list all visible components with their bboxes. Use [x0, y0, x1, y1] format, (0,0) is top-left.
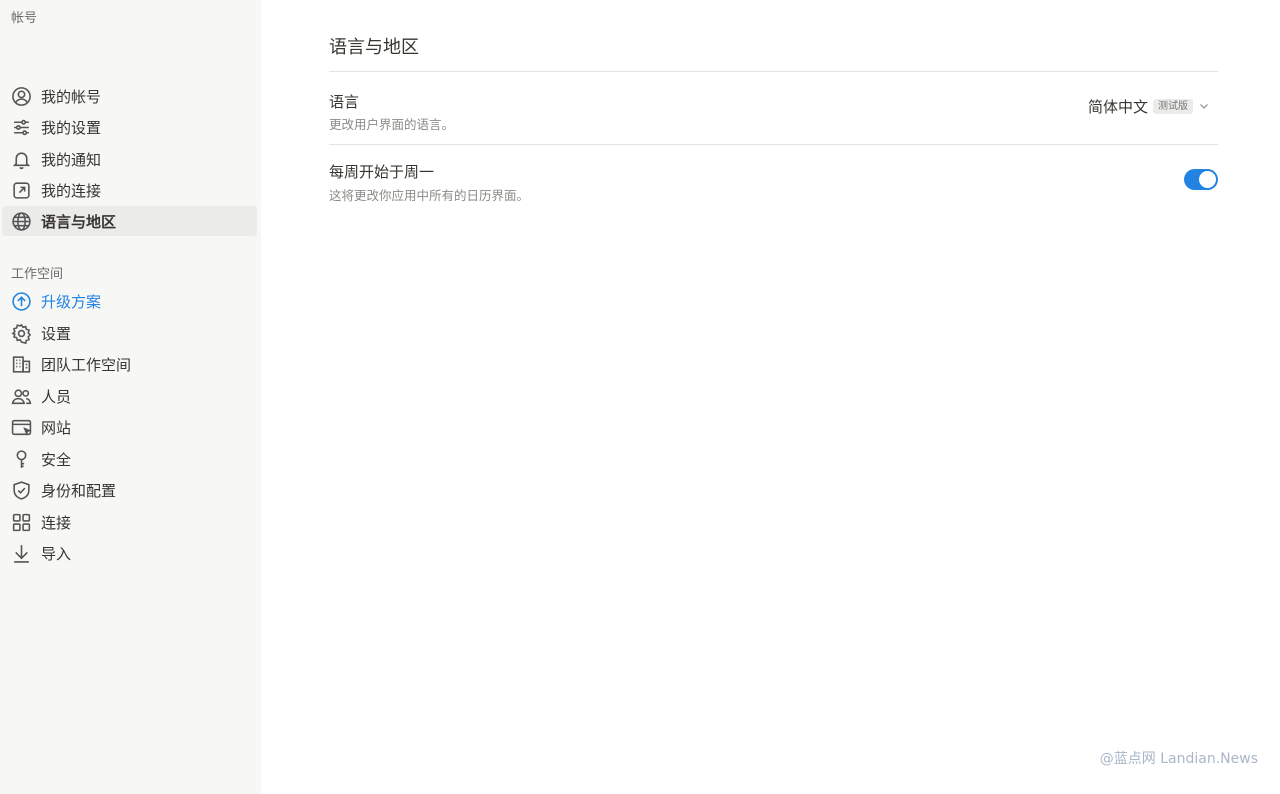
sidebar-item-label: 升级方案	[41, 292, 102, 311]
sidebar-item-label: 人员	[41, 387, 72, 406]
sidebar-item-my-settings[interactable]: 我的设置	[2, 112, 257, 142]
language-setting-title: 语言	[329, 93, 360, 111]
watermark: @蓝点网 Landian.News	[1099, 751, 1258, 767]
sidebar-item-identity-provisioning[interactable]: 身份和配置	[2, 475, 257, 505]
toggle-knob	[1199, 171, 1216, 188]
settings-main-panel: 语言与地区 语言 更改用户界面的语言。 简体中文 测试版 每周开始于周一 这将更…	[261, 0, 1280, 794]
sidebar-item-label: 设置	[41, 324, 72, 343]
arrow-up-circle-icon	[10, 290, 32, 312]
sidebar-item-my-notifications[interactable]: 我的通知	[2, 144, 257, 174]
sidebar-item-label: 连接	[41, 513, 72, 532]
browser-window-icon	[10, 416, 32, 438]
language-setting-description: 更改用户界面的语言。	[329, 117, 455, 132]
sidebar-item-label: 语言与地区	[41, 212, 117, 231]
sidebar-item-label: 安全	[41, 450, 72, 469]
sidebar-item-settings[interactable]: 设置	[2, 318, 257, 348]
beta-badge: 测试版	[1153, 98, 1193, 114]
globe-icon	[10, 210, 32, 232]
language-select-value: 简体中文	[1087, 97, 1148, 116]
key-icon	[10, 448, 32, 470]
sidebar-item-label: 身份和配置	[41, 481, 117, 500]
people-icon	[10, 385, 32, 407]
sidebar-item-import[interactable]: 导入	[2, 538, 257, 568]
shield-check-icon	[10, 479, 32, 501]
settings-sidebar: 帐号 我的帐号 我的设置 我的通知 我的连接 语言与地区 工作空间 升级方案 设…	[0, 0, 261, 794]
title-divider	[329, 71, 1218, 72]
week-start-setting-description: 这将更改你应用中所有的日历界面。	[329, 188, 530, 203]
sidebar-item-label: 团队工作空间	[41, 355, 132, 374]
sidebar-item-my-connections[interactable]: 我的连接	[2, 175, 257, 205]
sidebar-item-connections[interactable]: 连接	[2, 507, 257, 537]
sidebar-item-label: 我的连接	[41, 181, 102, 200]
sidebar-item-team-workspace[interactable]: 团队工作空间	[2, 349, 257, 379]
sidebar-item-label: 网站	[41, 418, 72, 437]
sidebar-item-sites[interactable]: 网站	[2, 412, 257, 442]
page-title: 语言与地区	[329, 37, 419, 58]
external-link-icon	[10, 179, 32, 201]
sidebar-item-label: 我的帐号	[41, 87, 102, 106]
gear-icon	[10, 322, 32, 344]
week-start-setting-title: 每周开始于周一	[329, 163, 435, 181]
grid-icon	[10, 511, 32, 533]
sidebar-item-security[interactable]: 安全	[2, 444, 257, 474]
account-section-label: 帐号	[11, 11, 38, 26]
sliders-icon	[10, 116, 32, 138]
user-circle-icon	[10, 85, 32, 107]
sidebar-item-my-account[interactable]: 我的帐号	[2, 81, 257, 111]
chevron-down-icon	[1198, 100, 1210, 112]
workspace-section-label: 工作空间	[11, 267, 64, 282]
sidebar-item-upgrade-plan[interactable]: 升级方案	[2, 286, 257, 316]
bell-icon	[10, 148, 32, 170]
download-arrow-icon	[10, 542, 32, 564]
setting-divider	[329, 144, 1218, 145]
sidebar-item-people[interactable]: 人员	[2, 381, 257, 411]
building-icon	[10, 353, 32, 375]
sidebar-item-language-region[interactable]: 语言与地区	[2, 206, 257, 236]
sidebar-item-label: 导入	[41, 544, 72, 563]
sidebar-item-label: 我的设置	[41, 118, 102, 137]
sidebar-item-label: 我的通知	[41, 150, 102, 169]
language-select[interactable]: 简体中文 测试版	[1088, 95, 1210, 117]
week-start-toggle[interactable]	[1184, 169, 1218, 190]
